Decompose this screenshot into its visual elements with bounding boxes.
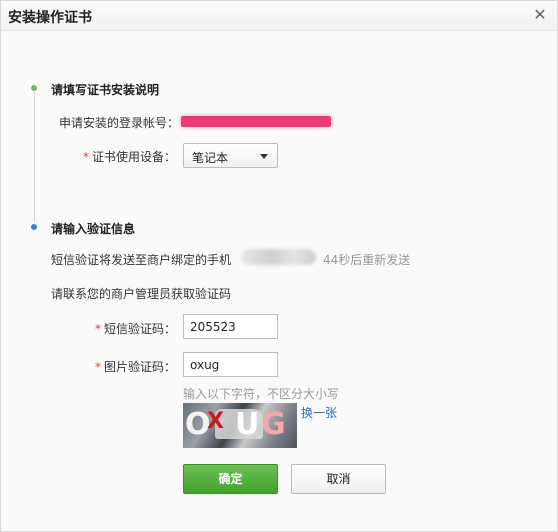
refresh-captcha-link[interactable]: 换一张 xyxy=(301,404,337,421)
captcha-char: U xyxy=(235,407,259,442)
sms-code-label: * 短信验证码： xyxy=(95,320,176,337)
captcha-char: X xyxy=(207,409,224,434)
device-select[interactable]: 笔记本 xyxy=(183,143,278,168)
dialog-title: 安装操作证书 xyxy=(8,10,92,26)
captcha-char: O xyxy=(185,407,210,442)
chevron-down-icon xyxy=(260,154,268,159)
sms-code-label-text: 短信验证码： xyxy=(104,322,177,336)
captcha-char: G xyxy=(261,407,286,442)
redacted-account xyxy=(181,116,331,127)
device-label-text: 证书使用设备： xyxy=(92,150,177,164)
required-mark: * xyxy=(83,150,89,164)
device-label: * 证书使用设备： xyxy=(83,148,176,165)
resend-countdown: 44秒后重新发送 xyxy=(323,253,411,267)
image-code-label-text: 图片验证码： xyxy=(104,360,177,374)
step-connector-line xyxy=(34,92,35,222)
contact-admin-text: 请联系您的商户管理员获取验证码 xyxy=(51,287,232,301)
confirm-button[interactable]: 确定 xyxy=(183,464,278,494)
cancel-button[interactable]: 取消 xyxy=(291,464,386,494)
step2-indicator xyxy=(31,224,37,230)
step1-title: 请填写证书安装说明 xyxy=(51,83,160,97)
required-mark: * xyxy=(95,322,101,336)
step2-title: 请输入验证信息 xyxy=(51,222,136,236)
install-certificate-dialog: 安装操作证书 ✕ 请填写证书安装说明 申请安装的登录帐号： * 证书使用设备： 笔… xyxy=(0,0,558,532)
image-code-label: * 图片验证码： xyxy=(95,358,176,375)
image-code-input[interactable] xyxy=(183,352,278,377)
close-icon[interactable]: ✕ xyxy=(531,6,549,24)
device-select-value: 笔记本 xyxy=(192,151,229,165)
account-label: 申请安装的登录帐号： xyxy=(59,116,180,130)
dialog-titlebar: 安装操作证书 ✕ xyxy=(1,1,557,31)
required-mark: * xyxy=(95,360,101,374)
step1-indicator xyxy=(31,85,37,91)
sms-code-input[interactable] xyxy=(183,314,278,339)
captcha-hint: 输入以下字符，不区分大小写 xyxy=(183,387,340,401)
redacted-phone xyxy=(241,249,316,265)
captcha-image[interactable]: O X U G xyxy=(183,403,297,448)
sms-sent-text: 短信验证将发送至商户绑定的手机 xyxy=(51,253,232,267)
